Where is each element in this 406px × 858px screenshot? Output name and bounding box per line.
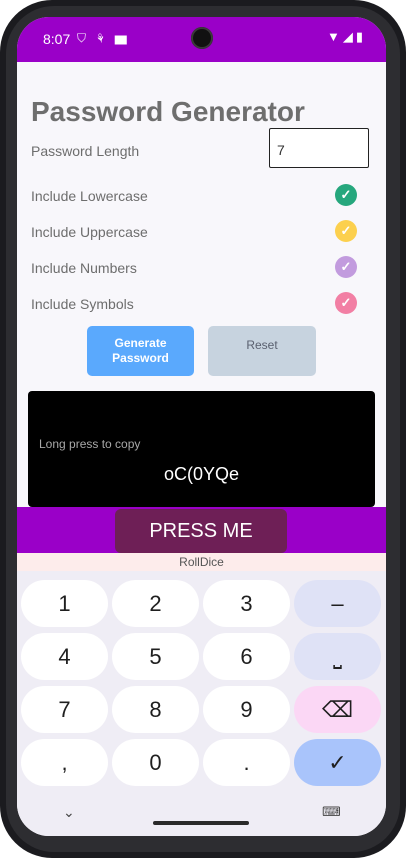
key-period[interactable]: .: [203, 739, 290, 786]
done-checkmark-icon[interactable]: ✓: [294, 739, 381, 786]
chevron-down-icon[interactable]: ⌄: [63, 804, 75, 821]
key-2[interactable]: 2: [112, 580, 199, 627]
app-content: Password Generator Password Length 7 Inc…: [17, 62, 386, 507]
key-8[interactable]: 8: [112, 686, 199, 733]
lowercase-checkbox[interactable]: ✓: [335, 184, 357, 206]
press-me-button[interactable]: PRESS ME: [115, 509, 287, 553]
key-7[interactable]: 7: [21, 686, 108, 733]
press-me-bar: PRESS ME: [17, 507, 386, 553]
checkmark-icon: ✓: [340, 295, 352, 310]
key-3[interactable]: 3: [203, 580, 290, 627]
roll-dice-label: RollDice: [17, 553, 386, 571]
checkmark-icon: ✓: [340, 259, 352, 274]
generate-password-button[interactable]: Generate Password: [87, 326, 194, 376]
numbers-checkbox[interactable]: ✓: [335, 256, 357, 278]
key-5[interactable]: 5: [112, 633, 199, 680]
numbers-label: Include Numbers: [31, 260, 137, 276]
symbols-label: Include Symbols: [31, 296, 134, 312]
generated-password: oC(0YQe: [163, 464, 240, 484]
lowercase-label: Include Lowercase: [31, 188, 148, 204]
device-screen: 8:07 ⛉ ⚘ ▆ ▼◢▮ Password Generator Passwo…: [17, 17, 386, 836]
key-9[interactable]: 9: [203, 686, 290, 733]
keyboard-switch-icon[interactable]: ⌨: [322, 804, 341, 820]
key-6[interactable]: 6: [203, 633, 290, 680]
notification-icons: ⛉ ⚘ ▆: [77, 31, 131, 45]
generate-password-label: Generate Password: [112, 336, 169, 365]
checkmark-icon: ✓: [340, 223, 352, 238]
generated-password-card[interactable]: Long press to copy oC(0YQe: [28, 391, 375, 507]
copy-hint: Long press to copy: [39, 437, 141, 451]
uppercase-checkbox[interactable]: ✓: [335, 220, 357, 242]
reset-label: Reset: [246, 338, 278, 352]
uppercase-label: Include Uppercase: [31, 224, 148, 240]
reset-button[interactable]: Reset: [208, 326, 316, 376]
status-bar: 8:07 ⛉ ⚘ ▆ ▼◢▮: [17, 17, 386, 62]
key-0[interactable]: 0: [112, 739, 199, 786]
key-1[interactable]: 1: [21, 580, 108, 627]
password-length-input[interactable]: 7: [269, 128, 369, 168]
signal-battery-icons: ▼◢▮: [326, 29, 366, 44]
key-comma[interactable]: ,: [21, 739, 108, 786]
numeric-keyboard: 1 2 3 – 4 5 6 ⎵ 7 8 9 ⌫ , 0 . ✓ ⌄ ⌨: [17, 571, 386, 836]
camera-cutout: [191, 27, 213, 49]
key-4[interactable]: 4: [21, 633, 108, 680]
key-minus[interactable]: –: [294, 580, 381, 627]
gesture-handle[interactable]: [153, 821, 249, 825]
page-title: Password Generator: [31, 96, 305, 127]
symbols-checkbox[interactable]: ✓: [335, 292, 357, 314]
space-key-icon[interactable]: ⎵: [294, 633, 381, 680]
status-time: 8:07: [43, 31, 71, 47]
checkmark-icon: ✓: [340, 187, 352, 202]
backspace-icon[interactable]: ⌫: [294, 686, 381, 733]
password-length-label: Password Length: [31, 143, 140, 159]
